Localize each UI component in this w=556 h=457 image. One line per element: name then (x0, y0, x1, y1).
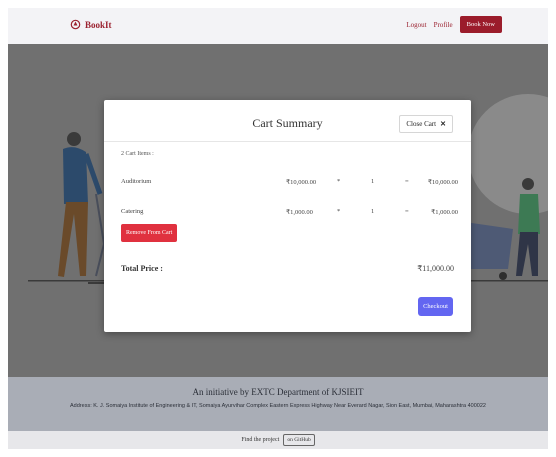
bottom-bar: Find the project on GitHub (8, 431, 548, 449)
github-button[interactable]: on GitHub (283, 434, 315, 446)
footer-address: Address: K. J. Somaiya Institute of Engi… (70, 403, 486, 409)
checkout-button[interactable]: Checkout (418, 297, 453, 316)
item-price: ₹1,000.00 (286, 209, 313, 216)
brand-name: BookIt (85, 19, 112, 30)
cart-item-row: Catering ₹1,000.00 * 1 = ₹1,000.00 (121, 208, 458, 218)
item-quantity: 1 (371, 178, 375, 185)
bell-icon (70, 19, 81, 30)
find-project-text: Find the project (241, 437, 280, 443)
item-quantity: 1 (371, 208, 375, 215)
item-total: ₹1,000.00 (431, 209, 458, 216)
brand-logo[interactable]: BookIt (70, 19, 112, 30)
profile-link[interactable]: Profile (434, 21, 453, 29)
close-cart-button[interactable]: Close Cart ✕ (399, 115, 453, 133)
total-price-value: ₹11,000.00 (417, 264, 454, 273)
total-price-label: Total Price : (121, 264, 163, 273)
remove-from-cart-button[interactable]: Remove From Cart (121, 224, 178, 242)
hero-overlay: Cart Summary Close Cart ✕ 2 Cart Items :… (8, 44, 548, 377)
cart-summary-modal: Cart Summary Close Cart ✕ 2 Cart Items :… (104, 100, 471, 332)
multiply-sign: * (337, 208, 341, 215)
item-price: ₹10,000.00 (286, 179, 317, 186)
item-name: Auditorium (121, 178, 152, 185)
page: BookIt Logout Profile Book Now Cart Summ… (8, 8, 548, 449)
modal-divider (104, 141, 471, 142)
navbar: BookIt Logout Profile Book Now (8, 8, 548, 44)
footer-title: An initiative by EXTC Department of KJSI… (192, 387, 364, 397)
item-total: ₹10,000.00 (427, 179, 458, 186)
multiply-sign: * (337, 178, 341, 185)
book-now-button[interactable]: Book Now (459, 16, 502, 33)
close-cart-label: Close Cart (406, 120, 437, 128)
equals-sign: = (405, 178, 409, 185)
item-name: Catering (121, 208, 144, 215)
close-icon: ✕ (440, 120, 446, 128)
find-project: Find the project on GitHub (8, 434, 548, 446)
logout-link[interactable]: Logout (406, 21, 426, 29)
nav-links: Logout Profile Book Now (406, 16, 502, 33)
footer: An initiative by EXTC Department of KJSI… (8, 377, 548, 431)
items-count: 2 Cart Items : (121, 151, 154, 157)
equals-sign: = (405, 208, 409, 215)
cart-item-row: Auditorium ₹10,000.00 * 1 = ₹10,000.00 (121, 178, 458, 188)
